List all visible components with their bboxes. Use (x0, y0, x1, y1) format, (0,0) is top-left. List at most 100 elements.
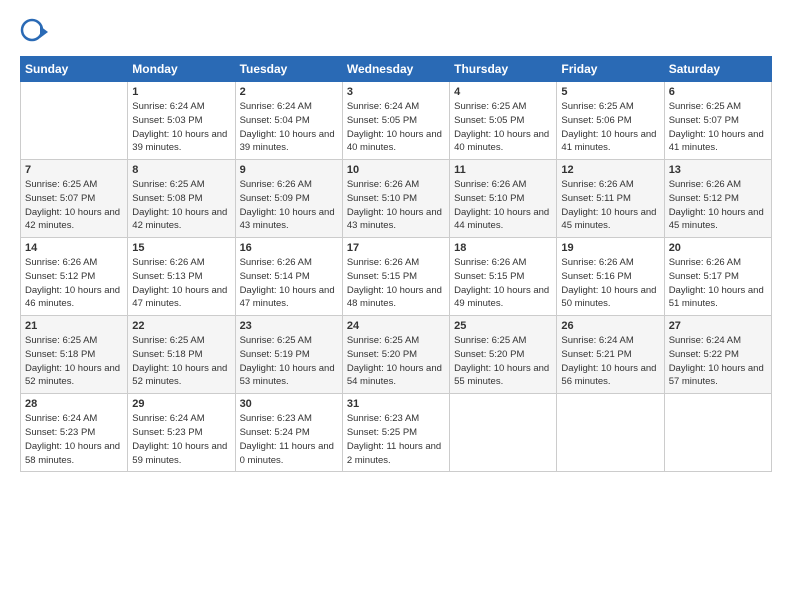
day-info: Sunrise: 6:26 AM Sunset: 5:10 PM Dayligh… (454, 178, 552, 233)
day-number: 14 (25, 242, 123, 254)
day-number: 23 (240, 320, 338, 332)
day-info: Sunrise: 6:23 AM Sunset: 5:25 PM Dayligh… (347, 412, 445, 467)
calendar-cell: 17 Sunrise: 6:26 AM Sunset: 5:15 PM Dayli… (342, 238, 449, 316)
weekday-header: Tuesday (235, 57, 342, 82)
calendar-cell: 24 Sunrise: 6:25 AM Sunset: 5:20 PM Dayli… (342, 316, 449, 394)
day-info: Sunrise: 6:24 AM Sunset: 5:05 PM Dayligh… (347, 100, 445, 155)
calendar-cell: 3 Sunrise: 6:24 AM Sunset: 5:05 PM Daylig… (342, 82, 449, 160)
day-info: Sunrise: 6:26 AM Sunset: 5:11 PM Dayligh… (561, 178, 659, 233)
day-info: Sunrise: 6:25 AM Sunset: 5:07 PM Dayligh… (25, 178, 123, 233)
weekday-header: Thursday (450, 57, 557, 82)
weekday-header: Wednesday (342, 57, 449, 82)
day-number: 17 (347, 242, 445, 254)
weekday-header: Sunday (21, 57, 128, 82)
calendar-cell: 13Sunrise: 6:26 AM Sunset: 5:12 PM Dayli… (664, 160, 771, 238)
calendar-cell: 15 Sunrise: 6:26 AM Sunset: 5:13 PM Dayli… (128, 238, 235, 316)
day-info: Sunrise: 6:26 AM Sunset: 5:13 PM Dayligh… (132, 256, 230, 311)
day-number: 26 (561, 320, 659, 332)
weekday-header: Saturday (664, 57, 771, 82)
calendar-cell: 18 Sunrise: 6:26 AM Sunset: 5:15 PM Dayli… (450, 238, 557, 316)
calendar-cell: 22Sunrise: 6:25 AM Sunset: 5:18 PM Dayli… (128, 316, 235, 394)
day-info: Sunrise: 6:26 AM Sunset: 5:17 PM Dayligh… (669, 256, 767, 311)
day-info: Sunrise: 6:26 AM Sunset: 5:14 PM Dayligh… (240, 256, 338, 311)
day-info: Sunrise: 6:24 AM Sunset: 5:22 PM Dayligh… (669, 334, 767, 389)
day-number: 27 (669, 320, 767, 332)
day-number: 6 (669, 86, 767, 98)
day-number: 24 (347, 320, 445, 332)
day-info: Sunrise: 6:25 AM Sunset: 5:20 PM Dayligh… (454, 334, 552, 389)
day-number: 11 (454, 164, 552, 176)
logo (20, 18, 54, 46)
calendar-cell (21, 82, 128, 160)
calendar-cell: 4Sunrise: 6:25 AM Sunset: 5:05 PM Daylig… (450, 82, 557, 160)
day-info: Sunrise: 6:24 AM Sunset: 5:21 PM Dayligh… (561, 334, 659, 389)
calendar-cell: 14 Sunrise: 6:26 AM Sunset: 5:12 PM Dayli… (21, 238, 128, 316)
day-number: 22 (132, 320, 230, 332)
day-number: 15 (132, 242, 230, 254)
calendar-cell: 28Sunrise: 6:24 AM Sunset: 5:23 PM Dayli… (21, 394, 128, 472)
day-number: 12 (561, 164, 659, 176)
calendar-week-row: 1Sunrise: 6:24 AM Sunset: 5:03 PM Daylig… (21, 82, 772, 160)
calendar-cell: 27 Sunrise: 6:24 AM Sunset: 5:22 PM Dayli… (664, 316, 771, 394)
calendar-week-row: 21 Sunrise: 6:25 AM Sunset: 5:18 PM Dayli… (21, 316, 772, 394)
day-info: Sunrise: 6:26 AM Sunset: 5:15 PM Dayligh… (454, 256, 552, 311)
day-number: 29 (132, 398, 230, 410)
calendar-week-row: 7 Sunrise: 6:25 AM Sunset: 5:07 PM Daylig… (21, 160, 772, 238)
day-info: Sunrise: 6:24 AM Sunset: 5:04 PM Dayligh… (240, 100, 338, 155)
day-number: 20 (669, 242, 767, 254)
day-number: 1 (132, 86, 230, 98)
calendar-cell: 19Sunrise: 6:26 AM Sunset: 5:16 PM Dayli… (557, 238, 664, 316)
day-info: Sunrise: 6:26 AM Sunset: 5:15 PM Dayligh… (347, 256, 445, 311)
day-info: Sunrise: 6:25 AM Sunset: 5:19 PM Dayligh… (240, 334, 338, 389)
day-info: Sunrise: 6:25 AM Sunset: 5:07 PM Dayligh… (669, 100, 767, 155)
calendar-cell: 9Sunrise: 6:26 AM Sunset: 5:09 PM Daylig… (235, 160, 342, 238)
calendar-cell: 25 Sunrise: 6:25 AM Sunset: 5:20 PM Dayli… (450, 316, 557, 394)
calendar-week-row: 14 Sunrise: 6:26 AM Sunset: 5:12 PM Dayli… (21, 238, 772, 316)
day-info: Sunrise: 6:25 AM Sunset: 5:06 PM Dayligh… (561, 100, 659, 155)
calendar-cell: 20 Sunrise: 6:26 AM Sunset: 5:17 PM Dayli… (664, 238, 771, 316)
day-number: 25 (454, 320, 552, 332)
calendar-cell: 31 Sunrise: 6:23 AM Sunset: 5:25 PM Dayli… (342, 394, 449, 472)
day-number: 28 (25, 398, 123, 410)
calendar-cell: 6 Sunrise: 6:25 AM Sunset: 5:07 PM Daylig… (664, 82, 771, 160)
weekday-header: Friday (557, 57, 664, 82)
day-number: 30 (240, 398, 338, 410)
day-info: Sunrise: 6:24 AM Sunset: 5:23 PM Dayligh… (132, 412, 230, 467)
calendar-table: SundayMondayTuesdayWednesdayThursdayFrid… (20, 56, 772, 472)
calendar-cell (557, 394, 664, 472)
calendar-cell: 23 Sunrise: 6:25 AM Sunset: 5:19 PM Dayli… (235, 316, 342, 394)
day-number: 5 (561, 86, 659, 98)
header (20, 18, 772, 46)
calendar-cell: 11 Sunrise: 6:26 AM Sunset: 5:10 PM Dayli… (450, 160, 557, 238)
day-info: Sunrise: 6:26 AM Sunset: 5:10 PM Dayligh… (347, 178, 445, 233)
calendar-cell: 5 Sunrise: 6:25 AM Sunset: 5:06 PM Daylig… (557, 82, 664, 160)
calendar-cell: 2 Sunrise: 6:24 AM Sunset: 5:04 PM Daylig… (235, 82, 342, 160)
page: SundayMondayTuesdayWednesdayThursdayFrid… (0, 0, 792, 612)
weekday-header: Monday (128, 57, 235, 82)
calendar-cell: 21 Sunrise: 6:25 AM Sunset: 5:18 PM Dayli… (21, 316, 128, 394)
calendar-cell: 8 Sunrise: 6:25 AM Sunset: 5:08 PM Daylig… (128, 160, 235, 238)
day-number: 31 (347, 398, 445, 410)
day-info: Sunrise: 6:25 AM Sunset: 5:20 PM Dayligh… (347, 334, 445, 389)
day-number: 2 (240, 86, 338, 98)
day-info: Sunrise: 6:25 AM Sunset: 5:05 PM Dayligh… (454, 100, 552, 155)
day-number: 13 (669, 164, 767, 176)
calendar-cell: 12 Sunrise: 6:26 AM Sunset: 5:11 PM Dayli… (557, 160, 664, 238)
day-number: 8 (132, 164, 230, 176)
day-info: Sunrise: 6:25 AM Sunset: 5:08 PM Dayligh… (132, 178, 230, 233)
calendar-cell: 16 Sunrise: 6:26 AM Sunset: 5:14 PM Dayli… (235, 238, 342, 316)
day-number: 3 (347, 86, 445, 98)
day-info: Sunrise: 6:25 AM Sunset: 5:18 PM Dayligh… (25, 334, 123, 389)
day-number: 19 (561, 242, 659, 254)
day-number: 18 (454, 242, 552, 254)
day-number: 10 (347, 164, 445, 176)
calendar-cell: 7 Sunrise: 6:25 AM Sunset: 5:07 PM Daylig… (21, 160, 128, 238)
day-info: Sunrise: 6:26 AM Sunset: 5:09 PM Dayligh… (240, 178, 338, 233)
day-number: 21 (25, 320, 123, 332)
day-info: Sunrise: 6:26 AM Sunset: 5:12 PM Dayligh… (25, 256, 123, 311)
logo-icon (20, 18, 48, 46)
calendar-cell (450, 394, 557, 472)
day-number: 16 (240, 242, 338, 254)
day-number: 7 (25, 164, 123, 176)
calendar-cell: 30Sunrise: 6:23 AM Sunset: 5:24 PM Dayli… (235, 394, 342, 472)
